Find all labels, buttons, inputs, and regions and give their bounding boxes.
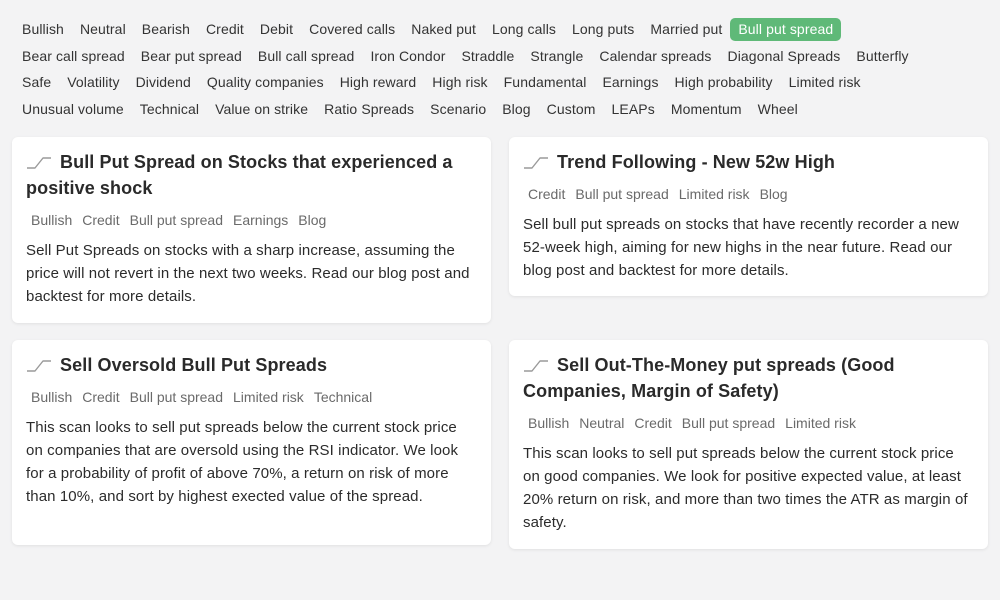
filter-tag-value-on-strike[interactable]: Value on strike — [207, 98, 316, 121]
filter-tag-ratio-spreads[interactable]: Ratio Spreads — [316, 98, 422, 121]
trend-line-icon — [523, 353, 549, 372]
card-tag-limited-risk[interactable]: Limited risk — [676, 184, 753, 205]
card-tag-bull-put-spread[interactable]: Bull put spread — [679, 413, 778, 434]
filter-tag-limited-risk[interactable]: Limited risk — [781, 71, 869, 94]
filter-tag-neutral[interactable]: Neutral — [72, 18, 134, 41]
card-tag-bullish[interactable]: Bullish — [28, 210, 75, 231]
card-tag-blog[interactable]: Blog — [295, 210, 329, 231]
card-tag-credit[interactable]: Credit — [79, 210, 122, 231]
card-tag-credit[interactable]: Credit — [79, 387, 122, 408]
card-tag-bull-put-spread[interactable]: Bull put spread — [572, 184, 671, 205]
filter-row: Unusual volume Technical Value on strike Ra… — [14, 96, 994, 123]
filter-tag-bearish[interactable]: Bearish — [134, 18, 198, 41]
filter-tag-custom[interactable]: Custom — [539, 98, 604, 121]
card-tags: Bullish Credit Bull put spread Limited risk… — [28, 387, 477, 408]
card-tag-credit[interactable]: Credit — [631, 413, 674, 434]
filter-tag-debit[interactable]: Debit — [252, 18, 301, 41]
filter-tag-credit[interactable]: Credit — [198, 18, 252, 41]
filter-tag-blog[interactable]: Blog — [494, 98, 538, 121]
filter-tag-momentum[interactable]: Momentum — [663, 98, 750, 121]
filter-tag-strangle[interactable]: Strangle — [522, 45, 591, 68]
card-description: Sell Put Spreads on stocks with a sharp … — [26, 242, 470, 305]
card-title[interactable]: Bull Put Spread on Stocks that experienc… — [26, 149, 477, 201]
filter-tag-dividend[interactable]: Dividend — [128, 71, 199, 94]
filter-tag-naked-put[interactable]: Naked put — [403, 18, 484, 41]
card-title-text: Sell Oversold Bull Put Spreads — [60, 355, 328, 375]
filter-tag-high-reward[interactable]: High reward — [332, 71, 425, 94]
card-tag-bull-put-spread[interactable]: Bull put spread — [127, 210, 226, 231]
card-tag-technical[interactable]: Technical — [311, 387, 375, 408]
filter-tag-safe[interactable]: Safe — [14, 71, 59, 94]
filter-row: Safe Volatility Dividend Quality companies H… — [14, 69, 994, 96]
card-description: This scan looks to sell put spreads belo… — [523, 445, 968, 531]
filter-tags: Bullish Neutral Bearish Credit Debit Covered … — [14, 16, 994, 123]
filter-tag-bull-put-spread[interactable]: Bull put spread — [730, 17, 842, 41]
card-title[interactable]: Sell Out-The-Money put spreads (Good Com… — [523, 352, 974, 404]
scan-card[interactable]: Trend Following - New 52w High Credit Bull… — [509, 137, 988, 296]
card-tag-limited-risk[interactable]: Limited risk — [782, 413, 859, 434]
filter-tag-diagonal-spreads[interactable]: Diagonal Spreads — [720, 45, 849, 68]
scan-card[interactable]: Sell Out-The-Money put spreads (Good Com… — [509, 340, 988, 549]
filter-tag-bear-put-spread[interactable]: Bear put spread — [133, 45, 250, 68]
filter-tag-unusual-volume[interactable]: Unusual volume — [14, 98, 132, 121]
filter-tag-scenario[interactable]: Scenario — [422, 98, 494, 121]
trend-line-icon — [26, 353, 52, 372]
filter-tag-bear-call-spread[interactable]: Bear call spread — [14, 45, 133, 68]
card-description: This scan looks to sell put spreads belo… — [26, 419, 459, 505]
card-tags: Bullish Neutral Credit Bull put spread Limit… — [525, 413, 974, 434]
card-tag-limited-risk[interactable]: Limited risk — [230, 387, 307, 408]
filter-row: Bullish Neutral Bearish Credit Debit Covered … — [14, 16, 994, 43]
filter-tag-iron-condor[interactable]: Iron Condor — [362, 45, 453, 68]
card-title[interactable]: Trend Following - New 52w High — [523, 149, 974, 175]
card-description: Sell bull put spreads on stocks that hav… — [523, 216, 959, 279]
trend-line-icon — [26, 150, 52, 169]
filter-tag-fundamental[interactable]: Fundamental — [496, 71, 595, 94]
filter-tag-long-calls[interactable]: Long calls — [484, 18, 564, 41]
card-title-text: Trend Following - New 52w High — [557, 152, 836, 172]
card-tag-earnings[interactable]: Earnings — [230, 210, 291, 231]
filter-tag-calendar-spreads[interactable]: Calendar spreads — [591, 45, 719, 68]
filter-tag-high-risk[interactable]: High risk — [424, 71, 495, 94]
scan-card[interactable]: Sell Oversold Bull Put Spreads Bullish Cre… — [12, 340, 491, 545]
scan-library-page: Bullish Neutral Bearish Credit Debit Covered … — [0, 0, 1000, 600]
card-title-text: Sell Out-The-Money put spreads (Good Com… — [523, 355, 895, 401]
filter-tag-bullish[interactable]: Bullish — [14, 18, 72, 41]
filter-tag-wheel[interactable]: Wheel — [750, 98, 806, 121]
filter-tag-quality-companies[interactable]: Quality companies — [199, 71, 332, 94]
card-tag-bull-put-spread[interactable]: Bull put spread — [127, 387, 226, 408]
filter-tag-leaps[interactable]: LEAPs — [604, 98, 663, 121]
filter-tag-technical[interactable]: Technical — [132, 98, 207, 121]
card-tag-bullish[interactable]: Bullish — [28, 387, 75, 408]
card-tag-credit[interactable]: Credit — [525, 184, 568, 205]
card-tags: Credit Bull put spread Limited risk Blog — [525, 184, 974, 205]
card-title[interactable]: Sell Oversold Bull Put Spreads — [26, 352, 477, 378]
filter-row: Bear call spread Bear put spread Bull call… — [14, 43, 994, 70]
filter-tag-straddle[interactable]: Straddle — [453, 45, 522, 68]
filter-tag-covered-calls[interactable]: Covered calls — [301, 18, 403, 41]
scan-card[interactable]: Bull Put Spread on Stocks that experienc… — [12, 137, 491, 323]
filter-tag-high-probability[interactable]: High probability — [667, 71, 781, 94]
filter-tag-volatility[interactable]: Volatility — [59, 71, 127, 94]
card-tags: Bullish Credit Bull put spread Earnings Blog — [28, 210, 477, 231]
filter-tag-long-puts[interactable]: Long puts — [564, 18, 642, 41]
filter-tag-earnings[interactable]: Earnings — [594, 71, 666, 94]
card-title-text: Bull Put Spread on Stocks that experienc… — [26, 152, 453, 198]
trend-line-icon — [523, 150, 549, 169]
filter-tag-butterfly[interactable]: Butterfly — [848, 45, 916, 68]
card-tag-blog[interactable]: Blog — [757, 184, 791, 205]
card-tag-neutral[interactable]: Neutral — [576, 413, 627, 434]
filter-tag-married-put[interactable]: Married put — [642, 18, 730, 41]
card-tag-bullish[interactable]: Bullish — [525, 413, 572, 434]
filter-tag-bull-call-spread[interactable]: Bull call spread — [250, 45, 363, 68]
